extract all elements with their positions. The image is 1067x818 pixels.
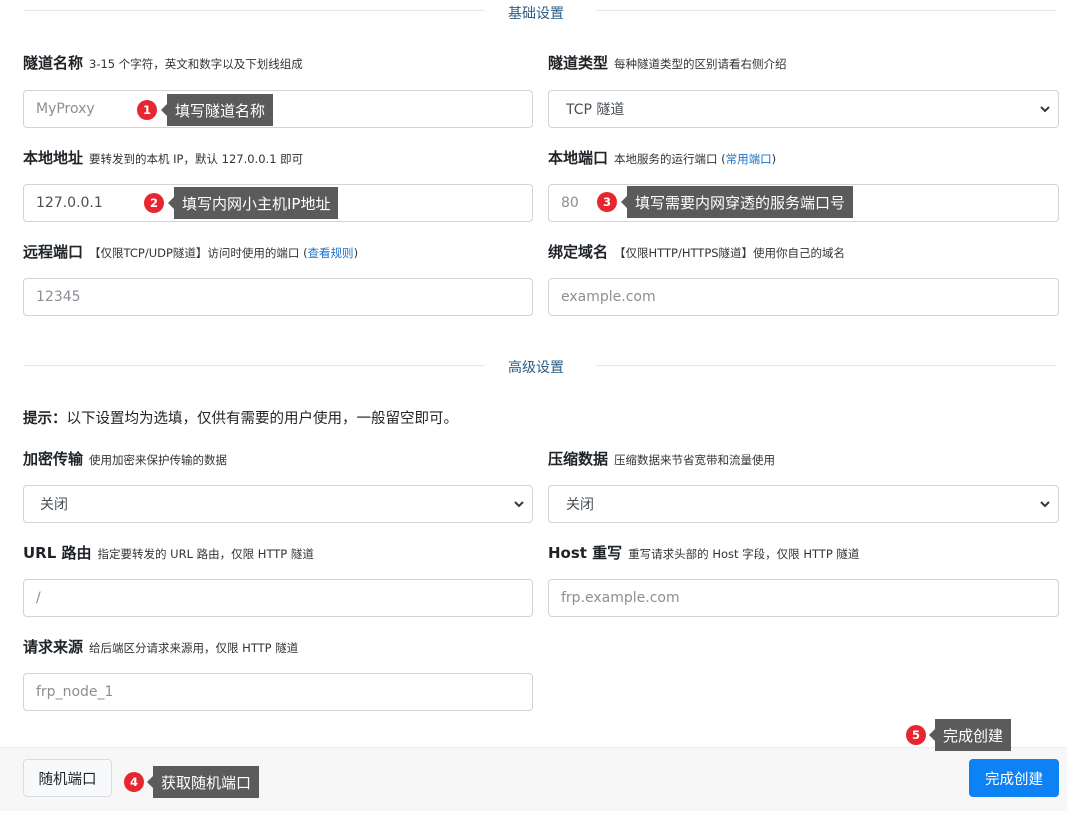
- section-divider-left: [23, 365, 485, 366]
- chevron-down-icon: [1040, 106, 1050, 113]
- view-rules-link[interactable]: 查看规则: [308, 246, 354, 260]
- annotation-badge-3: 3: [597, 192, 617, 212]
- tunnel-type-select[interactable]: TCP 隧道: [548, 90, 1059, 128]
- annotation-callout-3: 填写需要内网穿透的服务端口号: [620, 186, 854, 218]
- annotation-callout-1: 填写隧道名称: [160, 94, 274, 126]
- annotation-callout-5: 完成创建: [928, 719, 1012, 751]
- compression-select[interactable]: 关闭: [548, 485, 1059, 523]
- chevron-down-icon: [514, 501, 524, 508]
- compression-label: 压缩数据 压缩数据来节省宽带和流量使用: [548, 450, 776, 468]
- section-title-advanced: 高级设置: [508, 360, 564, 376]
- encryption-label: 加密传输 使用加密来保护传输的数据: [23, 450, 228, 468]
- tunnel-type-label: 隧道类型 每种隧道类型的区别请看右侧介绍: [548, 54, 787, 72]
- bind-domain-input[interactable]: example.com: [548, 278, 1059, 316]
- url-route-input[interactable]: /: [23, 579, 533, 617]
- section-divider-left: [23, 10, 485, 11]
- annotation-callout-4: 获取随机端口: [146, 766, 260, 798]
- annotation-badge-5: 5: [906, 725, 926, 745]
- host-rewrite-label: Host 重写 重写请求头部的 Host 字段，仅限 HTTP 隧道: [548, 544, 860, 562]
- annotation-callout-2: 填写内网小主机IP地址: [167, 187, 339, 219]
- common-ports-link[interactable]: 常用端口: [726, 152, 772, 166]
- host-rewrite-input[interactable]: frp.example.com: [548, 579, 1059, 617]
- encryption-select[interactable]: 关闭: [23, 485, 533, 523]
- local-address-label: 本地地址 要转发到的本机 IP，默认 127.0.0.1 即可: [23, 149, 304, 167]
- local-port-label: 本地端口 本地服务的运行端口 (常用端口): [548, 149, 777, 167]
- tip-text: 提示：以下设置均为选填，仅供有需要的用户使用，一般留空即可。: [23, 411, 458, 427]
- chevron-down-icon: [1040, 501, 1050, 508]
- request-source-input[interactable]: frp_node_1: [23, 673, 533, 711]
- remote-port-input[interactable]: 12345: [23, 278, 533, 316]
- remote-port-label: 远程端口 【仅限TCP/UDP隧道】访问时使用的端口 (查看规则): [23, 243, 359, 261]
- tunnel-name-input[interactable]: MyProxy: [23, 90, 533, 128]
- section-title-basic: 基础设置: [508, 6, 564, 22]
- request-source-label: 请求来源 给后端区分请求来源用，仅限 HTTP 隧道: [23, 638, 299, 656]
- annotation-badge-1: 1: [137, 100, 157, 120]
- bind-domain-label: 绑定域名 【仅限HTTP/HTTPS隧道】使用你自己的域名: [548, 243, 846, 261]
- submit-button[interactable]: 完成创建: [969, 759, 1059, 797]
- section-divider-right: [596, 10, 1056, 11]
- url-route-label: URL 路由 指定要转发的 URL 路由，仅限 HTTP 隧道: [23, 544, 314, 562]
- tunnel-name-label: 隧道名称 3-15 个字符，英文和数字以及下划线组成: [23, 54, 303, 72]
- random-port-button[interactable]: 随机端口: [23, 759, 112, 797]
- section-divider-right: [596, 365, 1056, 366]
- annotation-badge-2: 2: [144, 193, 164, 213]
- annotation-badge-4: 4: [124, 772, 144, 792]
